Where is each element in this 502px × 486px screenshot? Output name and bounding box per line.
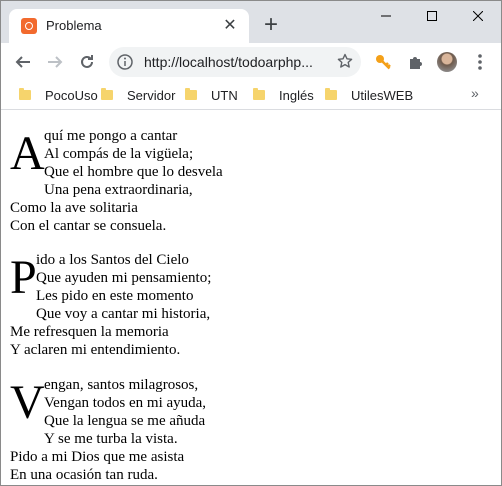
folder-icon — [19, 88, 31, 100]
key-icon[interactable] — [371, 50, 395, 74]
bookmark-servidor[interactable]: Servidor — [101, 85, 175, 105]
poem-line: Al compás de la vigüela; — [44, 146, 194, 162]
poem-line: Que el hombre que lo desvela — [44, 164, 223, 180]
folder-icon — [325, 88, 337, 100]
maximize-button[interactable] — [409, 1, 455, 31]
poem-line: Y se me turba la vista. — [44, 431, 178, 447]
bookmark-label: UtilesWEB — [351, 87, 414, 103]
tab-title: Problema — [46, 18, 102, 33]
avatar[interactable] — [437, 52, 457, 72]
folder-icon — [101, 88, 113, 100]
page-content: A quí me pongo a cantar Al compás de la … — [1, 110, 501, 485]
xampp-icon — [21, 18, 37, 34]
arrow-left-icon — [15, 56, 30, 68]
info-icon[interactable] — [117, 54, 133, 70]
poem-line: Les pido en este momento — [36, 288, 194, 304]
back-button[interactable] — [11, 50, 35, 74]
reload-button[interactable] — [75, 50, 99, 74]
tab-problema[interactable]: Problema ✕ — [9, 9, 249, 43]
poem-line: Con el cantar se consuela. — [10, 218, 167, 234]
address-bar[interactable]: http://localhost/todoarphp... — [109, 47, 361, 77]
bookmarks-bar: PocoUso Servidor UTN Inglés UtilesWEB » — [1, 81, 501, 110]
folder-icon — [185, 88, 197, 100]
poem-line: Que ayuden mi pensamiento; — [36, 270, 212, 286]
poem-line: Pido a mi Dios que me asista — [10, 449, 185, 465]
poem-line: ido a los Santos del Cielo — [36, 252, 189, 268]
arrow-right-icon — [48, 56, 63, 68]
close-window-button[interactable] — [455, 1, 501, 31]
bookmark-ingles[interactable]: Inglés — [253, 85, 314, 105]
bookmark-pocouso[interactable]: PocoUso — [19, 85, 98, 105]
bookmark-label: PocoUso — [45, 87, 98, 103]
poem-line: quí me pongo a cantar — [44, 128, 178, 144]
menu-icon[interactable] — [473, 51, 487, 73]
poem-line: En una ocasión tan ruda. — [10, 467, 158, 483]
toolbar: http://localhost/todoarphp... — [1, 43, 501, 81]
poem-line: Que voy a cantar mi historia, — [36, 306, 211, 322]
bookmark-utilesweb[interactable]: UtilesWEB — [325, 85, 413, 105]
new-tab-button[interactable]: + — [259, 13, 283, 38]
drop-cap: P — [10, 251, 37, 304]
poem-line: Me refresquen la memoria — [10, 324, 169, 340]
star-icon[interactable] — [337, 53, 353, 69]
bookmark-label: Inglés — [279, 87, 314, 103]
reload-icon — [81, 55, 93, 68]
close-tab-icon[interactable]: ✕ — [221, 17, 239, 35]
browser-window: Problema ✕ + http://localhost/todoarphp.… — [0, 0, 502, 486]
poem-line: Que la lengua se me añuda — [44, 413, 206, 429]
poem-line: Y aclaren mi entendimiento. — [10, 342, 181, 358]
poem-line: Una pena extraordinaria, — [44, 182, 193, 198]
title-bar: Problema ✕ + — [1, 1, 501, 43]
bookmark-label: UTN — [211, 87, 238, 103]
minimize-button[interactable] — [363, 1, 409, 31]
more-bookmarks-icon[interactable]: » — [471, 85, 479, 101]
poem-line: Vengan todos en mi ayuda, — [44, 395, 207, 411]
drop-cap: V — [10, 376, 45, 429]
folder-icon — [253, 88, 265, 100]
bookmark-utn[interactable]: UTN — [185, 85, 238, 105]
url-text: http://localhost/todoarphp... — [144, 54, 313, 70]
puzzle-icon[interactable] — [404, 50, 428, 74]
forward-button[interactable] — [43, 50, 67, 74]
poem-line: engan, santos milagrosos, — [44, 377, 199, 393]
drop-cap: A — [10, 127, 45, 180]
poem-line: Como la ave solitaria — [10, 200, 138, 216]
bookmark-label: Servidor — [127, 87, 176, 103]
